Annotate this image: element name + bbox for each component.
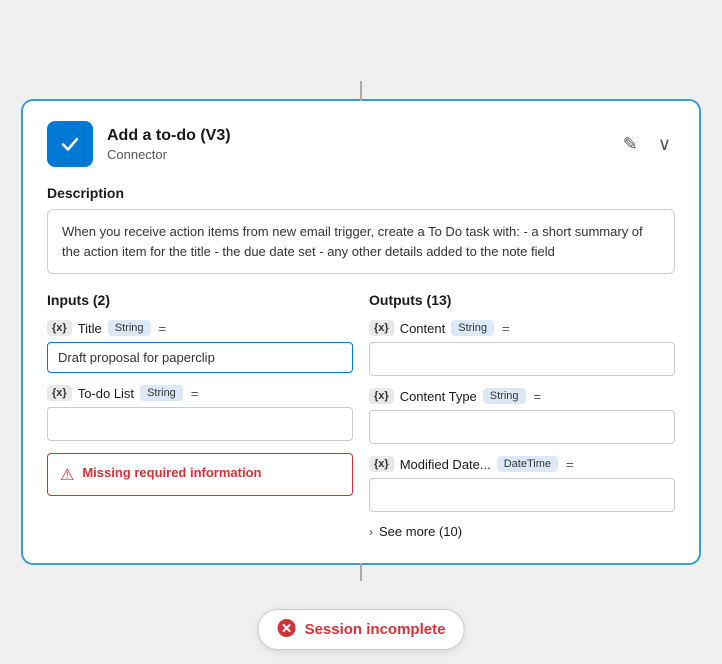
modified-date-field-name: Modified Date...: [400, 457, 491, 472]
see-more-text: See more (10): [379, 524, 462, 539]
content-type-output: [369, 410, 675, 444]
inputs-column: Inputs (2) {x} Title String = {x} To-: [47, 292, 353, 539]
inputs-section-title: Inputs (2): [47, 292, 353, 308]
error-message: Missing required information: [82, 464, 261, 482]
chevron-down-icon: ∨: [658, 134, 671, 154]
card-titles: Add a to-do (V3) Connector: [107, 127, 231, 162]
todo-icon-badge: {x}: [47, 385, 72, 401]
title-field-name: Title: [78, 321, 102, 336]
card-header-actions: ✎ ∨: [619, 132, 675, 157]
session-text: Session incomplete: [305, 621, 446, 638]
title-icon-badge: {x}: [47, 320, 72, 336]
connector-line-bottom: [360, 563, 362, 581]
outputs-section-title: Outputs (13): [369, 292, 675, 308]
content-icon-badge: {x}: [369, 320, 394, 336]
outputs-column: Outputs (13) {x} Content String = {x}: [369, 292, 675, 539]
content-type-field-name: Content Type: [400, 389, 477, 404]
title-equals: =: [159, 321, 167, 336]
input-field-todo-list: {x} To-do List String =: [47, 385, 353, 441]
content-label-row: {x} Content String =: [369, 320, 675, 336]
output-field-content: {x} Content String =: [369, 320, 675, 376]
output-field-content-type: {x} Content Type String =: [369, 388, 675, 444]
page-wrapper: Add a to-do (V3) Connector ✎ ∨ Descripti…: [0, 0, 722, 664]
todo-type-badge: String: [140, 385, 183, 401]
output-field-modified-date: {x} Modified Date... DateTime =: [369, 456, 675, 512]
modified-date-icon-badge: {x}: [369, 456, 394, 472]
edit-button[interactable]: ✎: [619, 132, 642, 157]
modified-date-output: [369, 478, 675, 512]
error-triangle-icon: ⚠: [60, 465, 74, 485]
session-error-icon: [277, 618, 297, 641]
content-field-name: Content: [400, 321, 446, 336]
content-type-type-badge: String: [483, 388, 526, 404]
todo-equals: =: [191, 386, 199, 401]
session-badge: Session incomplete: [258, 609, 465, 650]
session-x-icon: [277, 618, 297, 638]
modified-date-equals: =: [566, 457, 574, 472]
action-icon-box: [47, 121, 93, 167]
content-type-badge: String: [451, 320, 494, 336]
content-type-equals: =: [534, 389, 542, 404]
see-more-chevron-icon: ›: [369, 525, 373, 539]
content-type-label-row: {x} Content Type String =: [369, 388, 675, 404]
input-field-title: {x} Title String =: [47, 320, 353, 373]
todo-field-name: To-do List: [78, 386, 134, 401]
todo-input[interactable]: [47, 407, 353, 441]
title-label-row: {x} Title String =: [47, 320, 353, 336]
card-header-left: Add a to-do (V3) Connector: [47, 121, 231, 167]
card-subtitle: Connector: [107, 147, 231, 162]
card-title: Add a to-do (V3): [107, 127, 231, 145]
edit-icon: ✎: [623, 134, 638, 154]
description-label: Description: [47, 185, 675, 201]
content-type-icon-badge: {x}: [369, 388, 394, 404]
title-input[interactable]: [47, 342, 353, 373]
checkmark-icon: [56, 130, 84, 158]
modified-date-label-row: {x} Modified Date... DateTime =: [369, 456, 675, 472]
card-header: Add a to-do (V3) Connector ✎ ∨: [47, 121, 675, 167]
content-output: [369, 342, 675, 376]
content-equals: =: [502, 321, 510, 336]
action-card: Add a to-do (V3) Connector ✎ ∨ Descripti…: [21, 99, 701, 565]
description-text: When you receive action items from new e…: [47, 209, 675, 274]
todo-label-row: {x} To-do List String =: [47, 385, 353, 401]
io-section: Inputs (2) {x} Title String = {x} To-: [47, 292, 675, 539]
error-box: ⚠ Missing required information: [47, 453, 353, 496]
collapse-button[interactable]: ∨: [654, 132, 675, 157]
modified-date-type-badge: DateTime: [497, 456, 558, 472]
title-type-badge: String: [108, 320, 151, 336]
description-section: Description When you receive action item…: [47, 185, 675, 274]
connector-line-top: [360, 81, 362, 101]
see-more-row[interactable]: › See more (10): [369, 524, 675, 539]
